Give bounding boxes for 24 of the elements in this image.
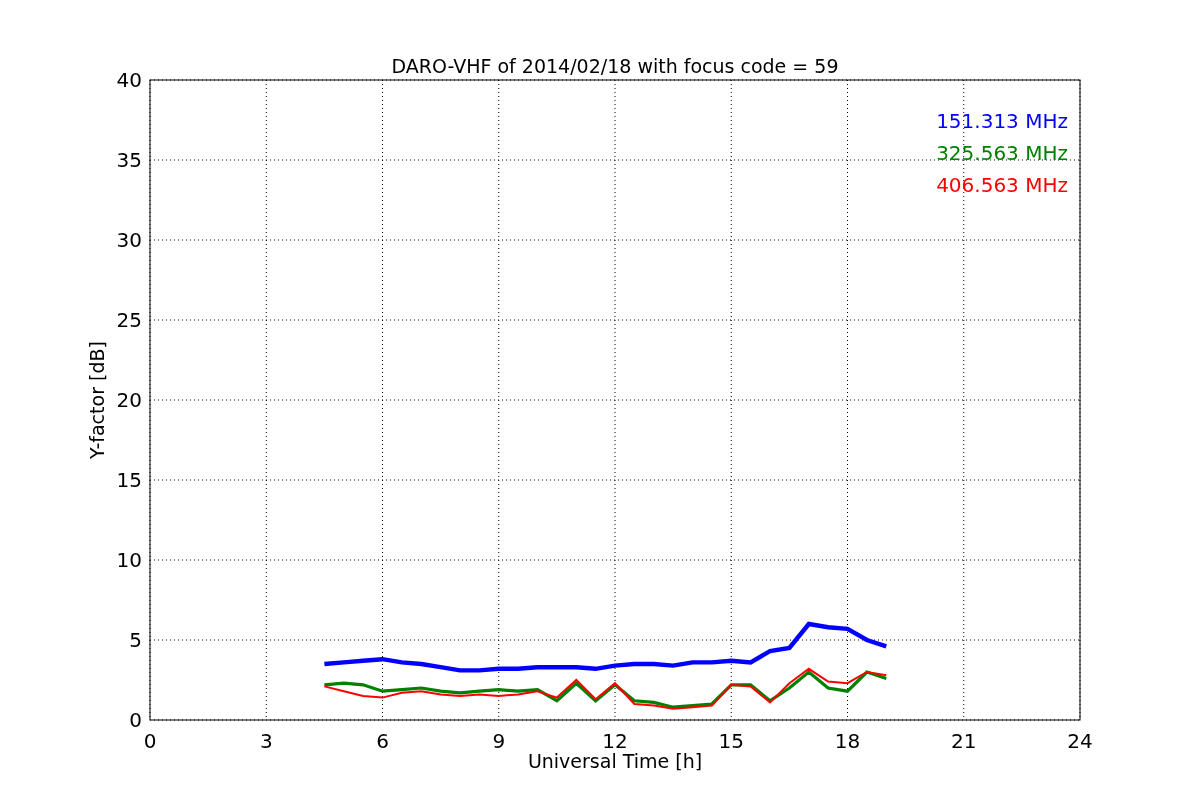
- y-tick-label: 0: [129, 708, 142, 732]
- legend-label: 151.313 MHz: [936, 109, 1068, 133]
- x-tick-label: 0: [143, 729, 157, 753]
- legend-label: 406.563 MHz: [936, 173, 1068, 197]
- x-tick-label: 6: [376, 729, 389, 753]
- x-tick-label: 9: [492, 729, 506, 753]
- x-tick-label: 21: [951, 729, 977, 753]
- x-axis-label: Universal Time [h]: [527, 750, 703, 772]
- y-tick-label: 20: [116, 388, 142, 412]
- y-tick-label: 40: [116, 68, 142, 92]
- x-tick-label: 12: [602, 729, 628, 753]
- x-tick-label: 15: [718, 729, 744, 753]
- legend-label: 325.563 MHz: [936, 141, 1068, 165]
- y-tick-label: 5: [129, 628, 142, 652]
- x-tick-label: 3: [259, 729, 273, 753]
- chart-title: DARO-VHF of 2014/02/18 with focus code = 59: [391, 55, 839, 77]
- y-axis-label: Y-factor [dB]: [86, 341, 108, 459]
- y-tick-label: 35: [116, 148, 142, 172]
- y-tick-label: 15: [116, 468, 142, 492]
- x-tick-label: 24: [1067, 729, 1093, 753]
- y-tick-label: 25: [116, 308, 142, 332]
- x-tick-label: 18: [834, 729, 861, 753]
- y-tick-label: 10: [116, 548, 142, 572]
- y-tick-label: 30: [116, 228, 142, 252]
